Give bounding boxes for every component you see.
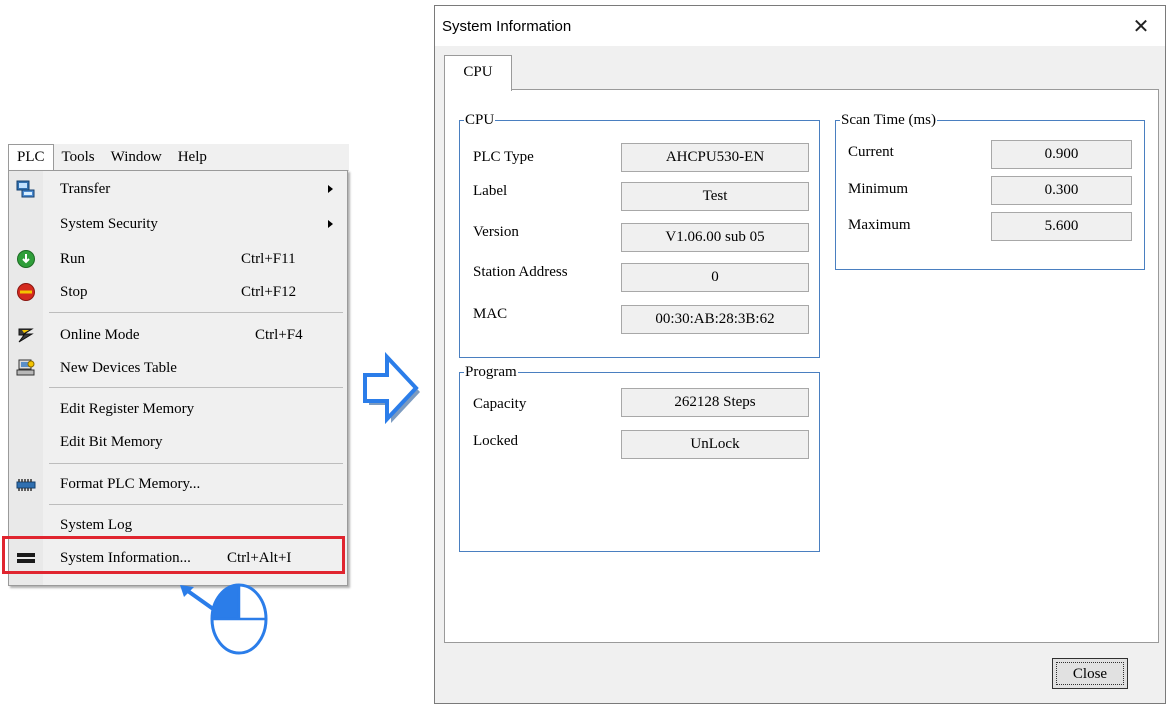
minimum-label: Minimum bbox=[848, 181, 909, 197]
tab-cpu[interactable]: CPU bbox=[444, 55, 512, 91]
station-address-value: 0 bbox=[621, 263, 809, 292]
stop-icon bbox=[17, 283, 35, 301]
submenu-arrow-icon bbox=[328, 220, 333, 228]
menu-item-label: Edit Register Memory bbox=[60, 400, 195, 417]
menu-separator bbox=[49, 504, 343, 505]
menu-bar: PLC Tools Window Help bbox=[8, 143, 349, 171]
menu-item-shortcut: Ctrl+F12 bbox=[241, 283, 297, 300]
close-button[interactable]: Close bbox=[1052, 658, 1128, 689]
menu-item-system-security[interactable]: System Security bbox=[9, 209, 345, 239]
menu-item-stop[interactable]: Stop Ctrl+F12 bbox=[9, 277, 345, 307]
menu-item-online-mode[interactable]: Online Mode Ctrl+F4 bbox=[9, 320, 345, 350]
program-group: Program Capacity 262128 Steps Locked UnL… bbox=[459, 362, 820, 552]
devices-table-icon bbox=[16, 359, 35, 376]
menu-item-label: Transfer bbox=[60, 180, 111, 197]
menu-item-label: New Devices Table bbox=[60, 359, 177, 376]
menu-item-label: System Log bbox=[60, 516, 133, 533]
capacity-label: Capacity bbox=[473, 396, 527, 412]
menu-separator bbox=[49, 312, 343, 313]
menu-item-transfer[interactable]: Transfer bbox=[9, 174, 345, 204]
menu-item-label: Edit Bit Memory bbox=[60, 433, 163, 450]
dialog-titlebar: System Information ✕ bbox=[435, 6, 1165, 46]
version-value: V1.06.00 sub 05 bbox=[621, 223, 809, 252]
menu-window[interactable]: Window bbox=[103, 144, 170, 170]
menu-item-label: Online Mode bbox=[60, 326, 140, 343]
label-label: Label bbox=[473, 183, 508, 199]
station-address-label: Station Address bbox=[473, 264, 568, 280]
cpu-group-title: CPU bbox=[464, 110, 496, 130]
menu-plc[interactable]: PLC bbox=[8, 143, 54, 171]
memory-chip-icon bbox=[16, 479, 36, 491]
tab-panel-cpu: CPU PLC Type AHCPU530-EN Label Test Vers… bbox=[444, 89, 1159, 643]
right-arrow-icon bbox=[363, 352, 420, 425]
label-value: Test bbox=[621, 182, 809, 211]
close-icon[interactable]: ✕ bbox=[1127, 12, 1155, 40]
menu-item-run[interactable]: Run Ctrl+F11 bbox=[9, 244, 345, 274]
mac-value: 00:30:AB:28:3B:62 bbox=[621, 305, 809, 334]
close-button-label: Close bbox=[1056, 662, 1124, 685]
menu-item-label: System Security bbox=[60, 215, 158, 232]
maximum-scan-value: 5.600 bbox=[991, 212, 1132, 241]
dialog-title: System Information bbox=[442, 18, 572, 35]
menu-separator bbox=[49, 387, 343, 388]
plc-dropdown-menu: Transfer System Security Run Ctrl+F11 St… bbox=[8, 170, 348, 586]
menu-separator bbox=[49, 463, 343, 464]
program-group-title: Program bbox=[464, 362, 518, 382]
locked-value: UnLock bbox=[621, 430, 809, 459]
scan-time-group: Scan Time (ms) Current 0.900 Minimum 0.3… bbox=[835, 110, 1145, 270]
plc-type-value: AHCPU530-EN bbox=[621, 143, 809, 172]
current-scan-value: 0.900 bbox=[991, 140, 1132, 169]
mac-label: MAC bbox=[473, 306, 508, 322]
menu-item-format-plc-memory[interactable]: Format PLC Memory... bbox=[9, 469, 345, 499]
system-information-dialog: System Information ✕ CPU CPU PLC Type AH… bbox=[434, 5, 1166, 704]
menu-item-edit-register-memory[interactable]: Edit Register Memory bbox=[9, 394, 345, 424]
menu-item-label: Stop bbox=[60, 283, 88, 300]
menu-item-shortcut: Ctrl+F4 bbox=[255, 326, 303, 343]
online-mode-icon bbox=[18, 328, 34, 343]
current-label: Current bbox=[848, 144, 894, 160]
version-label: Version bbox=[473, 224, 519, 240]
mouse-left-click-icon bbox=[210, 583, 268, 655]
menu-help[interactable]: Help bbox=[170, 144, 215, 170]
minimum-scan-value: 0.300 bbox=[991, 176, 1132, 205]
cpu-group: CPU PLC Type AHCPU530-EN Label Test Vers… bbox=[459, 110, 820, 358]
run-icon bbox=[17, 250, 35, 268]
transfer-icon bbox=[16, 180, 35, 198]
menu-item-shortcut: Ctrl+F11 bbox=[241, 250, 296, 267]
menu-item-new-devices-table[interactable]: New Devices Table bbox=[9, 353, 345, 383]
menu-item-edit-bit-memory[interactable]: Edit Bit Memory bbox=[9, 427, 345, 457]
menu-tools[interactable]: Tools bbox=[54, 144, 103, 170]
plc-type-label: PLC Type bbox=[473, 149, 534, 165]
locked-label: Locked bbox=[473, 433, 518, 449]
submenu-arrow-icon bbox=[328, 185, 333, 193]
highlight-box bbox=[2, 536, 345, 574]
menu-item-label: Run bbox=[60, 250, 86, 267]
scan-time-group-title: Scan Time (ms) bbox=[840, 110, 938, 130]
menu-item-label: Format PLC Memory... bbox=[60, 475, 201, 492]
maximum-label: Maximum bbox=[848, 217, 911, 233]
capacity-value: 262128 Steps bbox=[621, 388, 809, 417]
